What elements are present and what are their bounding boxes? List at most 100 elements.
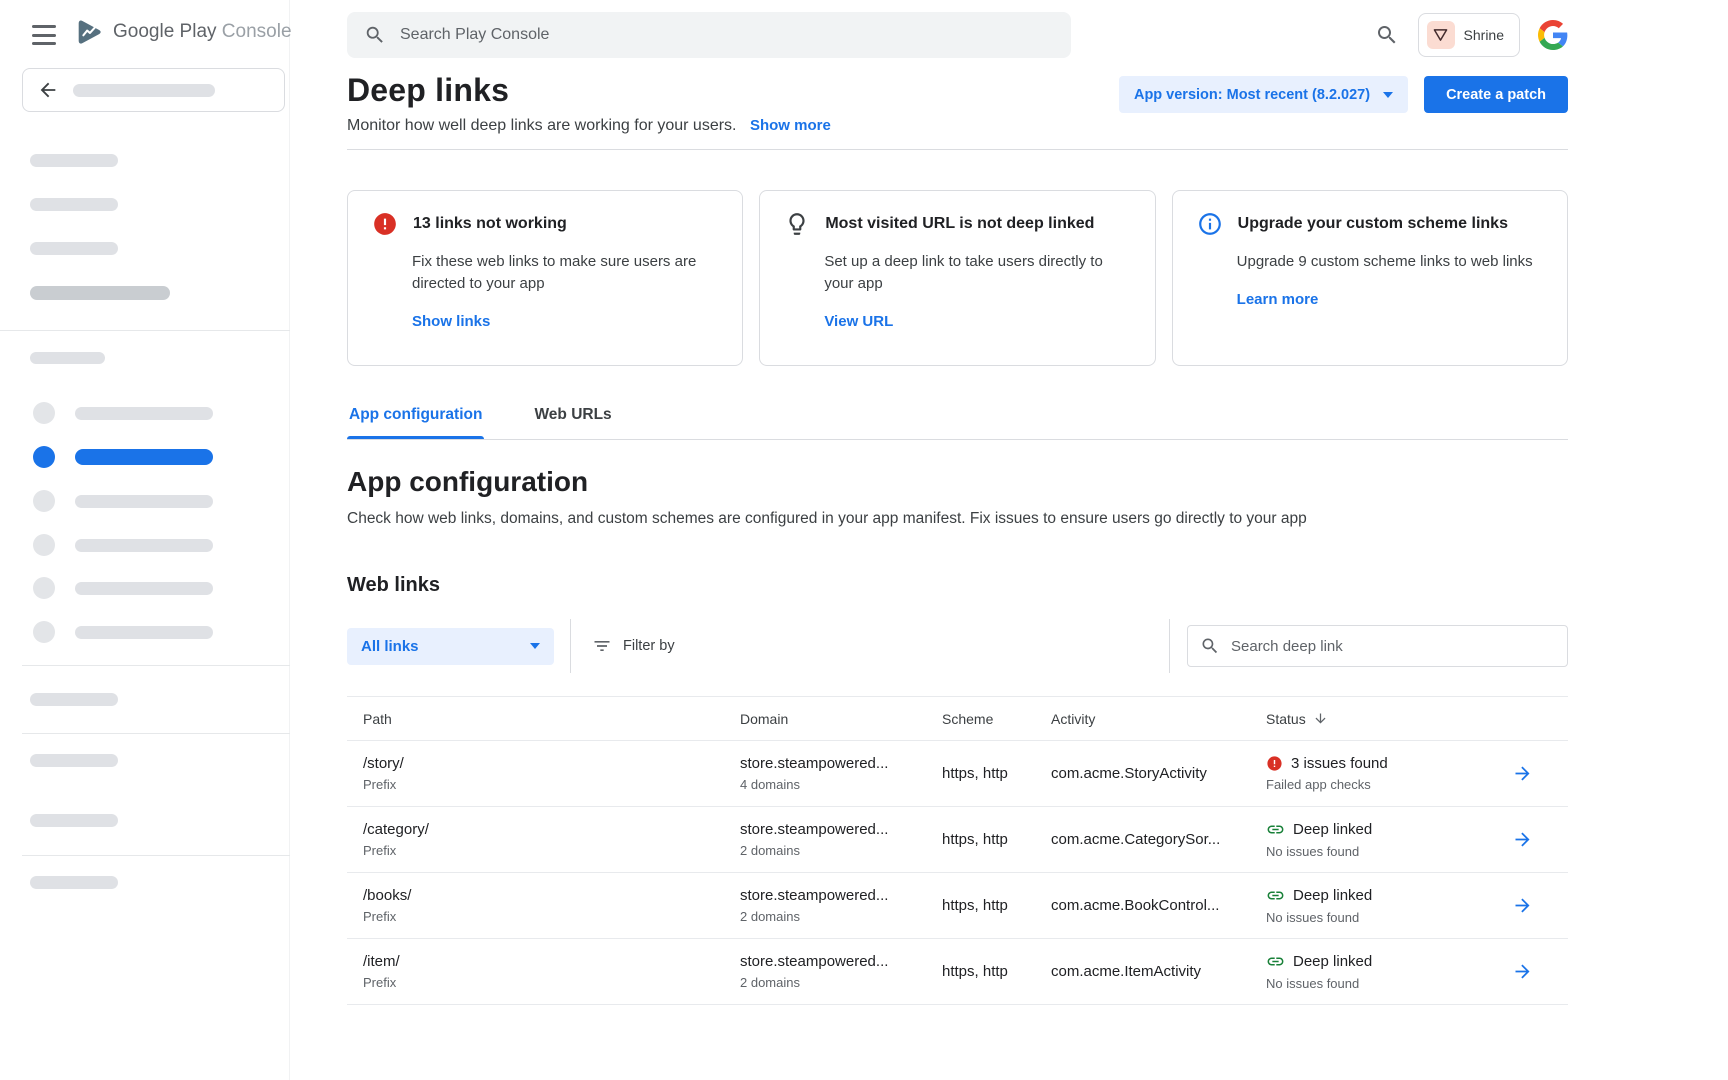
row-detail-arrow-icon[interactable] [1508, 958, 1536, 986]
row-detail-arrow-icon[interactable] [1508, 892, 1536, 920]
sidebar-skeleton-item [30, 286, 170, 300]
status-value: Deep linked [1293, 821, 1372, 838]
toolbar-divider [1169, 619, 1170, 673]
section-heading: App configuration [347, 466, 1568, 498]
back-arrow-icon[interactable] [35, 77, 61, 103]
card-title: 13 links not working [413, 215, 567, 233]
app-version-label: App version: Most recent (8.2.027) [1134, 87, 1370, 103]
google-account-avatar[interactable] [1538, 20, 1568, 50]
path-value: /item/ [363, 953, 740, 970]
card-upgrade-schemes: Upgrade your custom scheme links Upgrade… [1172, 190, 1568, 366]
show-links-link[interactable]: Show links [412, 313, 490, 330]
sidebar-nav-item[interactable] [33, 401, 259, 425]
links-filter-dropdown[interactable]: All links [347, 628, 554, 665]
domain-count: 2 domains [740, 909, 942, 924]
column-header-domain: Domain [740, 711, 942, 727]
filter-by-label: Filter by [623, 638, 675, 654]
sidebar-skeleton-item [30, 693, 118, 706]
toolbar-divider [570, 619, 571, 673]
deep-link-search[interactable] [1187, 625, 1568, 667]
lightbulb-icon [784, 211, 810, 237]
play-console-searchbar[interactable] [347, 12, 1071, 58]
google-play-console-logo: Google Play Console [74, 17, 292, 47]
show-more-link[interactable]: Show more [750, 117, 831, 134]
current-app-name: Shrine [1464, 27, 1504, 43]
scheme-value: https, http [942, 765, 1051, 782]
topbar: Shrine [347, 0, 1568, 70]
tab-web-urls[interactable]: Web URLs [532, 406, 613, 439]
learn-more-link[interactable]: Learn more [1237, 291, 1319, 308]
row-detail-arrow-icon[interactable] [1508, 760, 1536, 788]
scheme-value: https, http [942, 897, 1051, 914]
scheme-value: https, http [942, 831, 1051, 848]
app-version-dropdown[interactable]: App version: Most recent (8.2.027) [1119, 76, 1408, 113]
status-detail: No issues found [1266, 910, 1508, 925]
sidebar-skeleton-item [30, 754, 118, 767]
play-console-app: Google Play Console [0, 0, 1728, 1080]
column-header-scheme: Scheme [942, 711, 1051, 727]
view-url-link[interactable]: View URL [824, 313, 893, 330]
global-search-icon[interactable] [1374, 22, 1400, 48]
sidebar-skeleton-item [30, 814, 118, 827]
row-detail-arrow-icon[interactable] [1508, 826, 1536, 854]
sidebar-nav-item[interactable] [33, 620, 259, 644]
path-value: /story/ [363, 755, 740, 772]
table-row[interactable]: /story/Prefix store.steampowered...4 dom… [347, 741, 1568, 807]
path-value: /category/ [363, 821, 740, 838]
table-row[interactable]: /category/Prefix store.steampowered...2 … [347, 807, 1568, 873]
column-header-status[interactable]: Status [1266, 711, 1508, 727]
path-type: Prefix [363, 975, 740, 990]
status-detail: No issues found [1266, 976, 1508, 991]
chevron-down-icon [1383, 92, 1393, 103]
web-links-toolbar: All links Filter by [347, 619, 1568, 673]
search-icon [364, 24, 386, 46]
sidebar-nav-item[interactable] [33, 576, 259, 600]
nav-item-icon [33, 402, 55, 424]
link-icon [1266, 820, 1285, 839]
menu-icon[interactable] [32, 25, 56, 45]
domain-value: store.steampowered... [740, 755, 942, 772]
deep-link-search-input[interactable] [1231, 638, 1555, 655]
activity-value: com.acme.BookControl... [1051, 897, 1266, 914]
nav-item-label-skeleton [75, 495, 213, 508]
nav-item-icon [33, 446, 55, 468]
column-header-path: Path [363, 711, 740, 727]
status-detail: No issues found [1266, 844, 1508, 859]
web-links-heading: Web links [347, 574, 1568, 597]
tab-app-configuration[interactable]: App configuration [347, 406, 484, 439]
sidebar-divider [22, 665, 290, 666]
brand-secondary: Console [222, 21, 292, 42]
app-switcher-chip[interactable]: Shrine [1418, 13, 1520, 57]
nav-item-icon [33, 621, 55, 643]
sidebar-skeleton-item [30, 154, 118, 167]
sidebar-nav-item-active[interactable] [33, 445, 259, 469]
card-body: Fix these web links to make sure users a… [412, 251, 714, 295]
sidebar-skeleton-item [30, 876, 118, 889]
nav-item-label-skeleton [75, 449, 213, 465]
nav-item-label-skeleton [75, 582, 213, 595]
brand-primary: Google Play [113, 21, 217, 42]
sidebar: Google Play Console [0, 0, 290, 1080]
play-console-search-input[interactable] [400, 26, 1054, 44]
path-type: Prefix [363, 909, 740, 924]
info-icon [1197, 211, 1223, 237]
sidebar-nav-item[interactable] [33, 489, 259, 513]
filter-by-button[interactable]: Filter by [592, 636, 675, 656]
back-navigation-box[interactable] [22, 68, 285, 112]
filter-icon [592, 636, 612, 656]
nav-item-label-skeleton [75, 626, 213, 639]
activity-value: com.acme.ItemActivity [1051, 963, 1266, 980]
sidebar-divider [22, 855, 290, 856]
table-row[interactable]: /books/Prefix store.steampowered...2 dom… [347, 873, 1568, 939]
create-patch-button[interactable]: Create a patch [1424, 76, 1568, 113]
sort-descending-icon [1313, 711, 1328, 726]
scheme-value: https, http [942, 963, 1051, 980]
table-row[interactable]: /item/Prefix store.steampowered...2 doma… [347, 939, 1568, 1005]
status-detail: Failed app checks [1266, 777, 1508, 792]
sidebar-nav-item[interactable] [33, 533, 259, 557]
card-links-not-working: 13 links not working Fix these web links… [347, 190, 743, 366]
domain-value: store.steampowered... [740, 821, 942, 838]
insight-cards: 13 links not working Fix these web links… [347, 190, 1568, 366]
sidebar-divider [0, 330, 290, 331]
status-value: Deep linked [1293, 887, 1372, 904]
